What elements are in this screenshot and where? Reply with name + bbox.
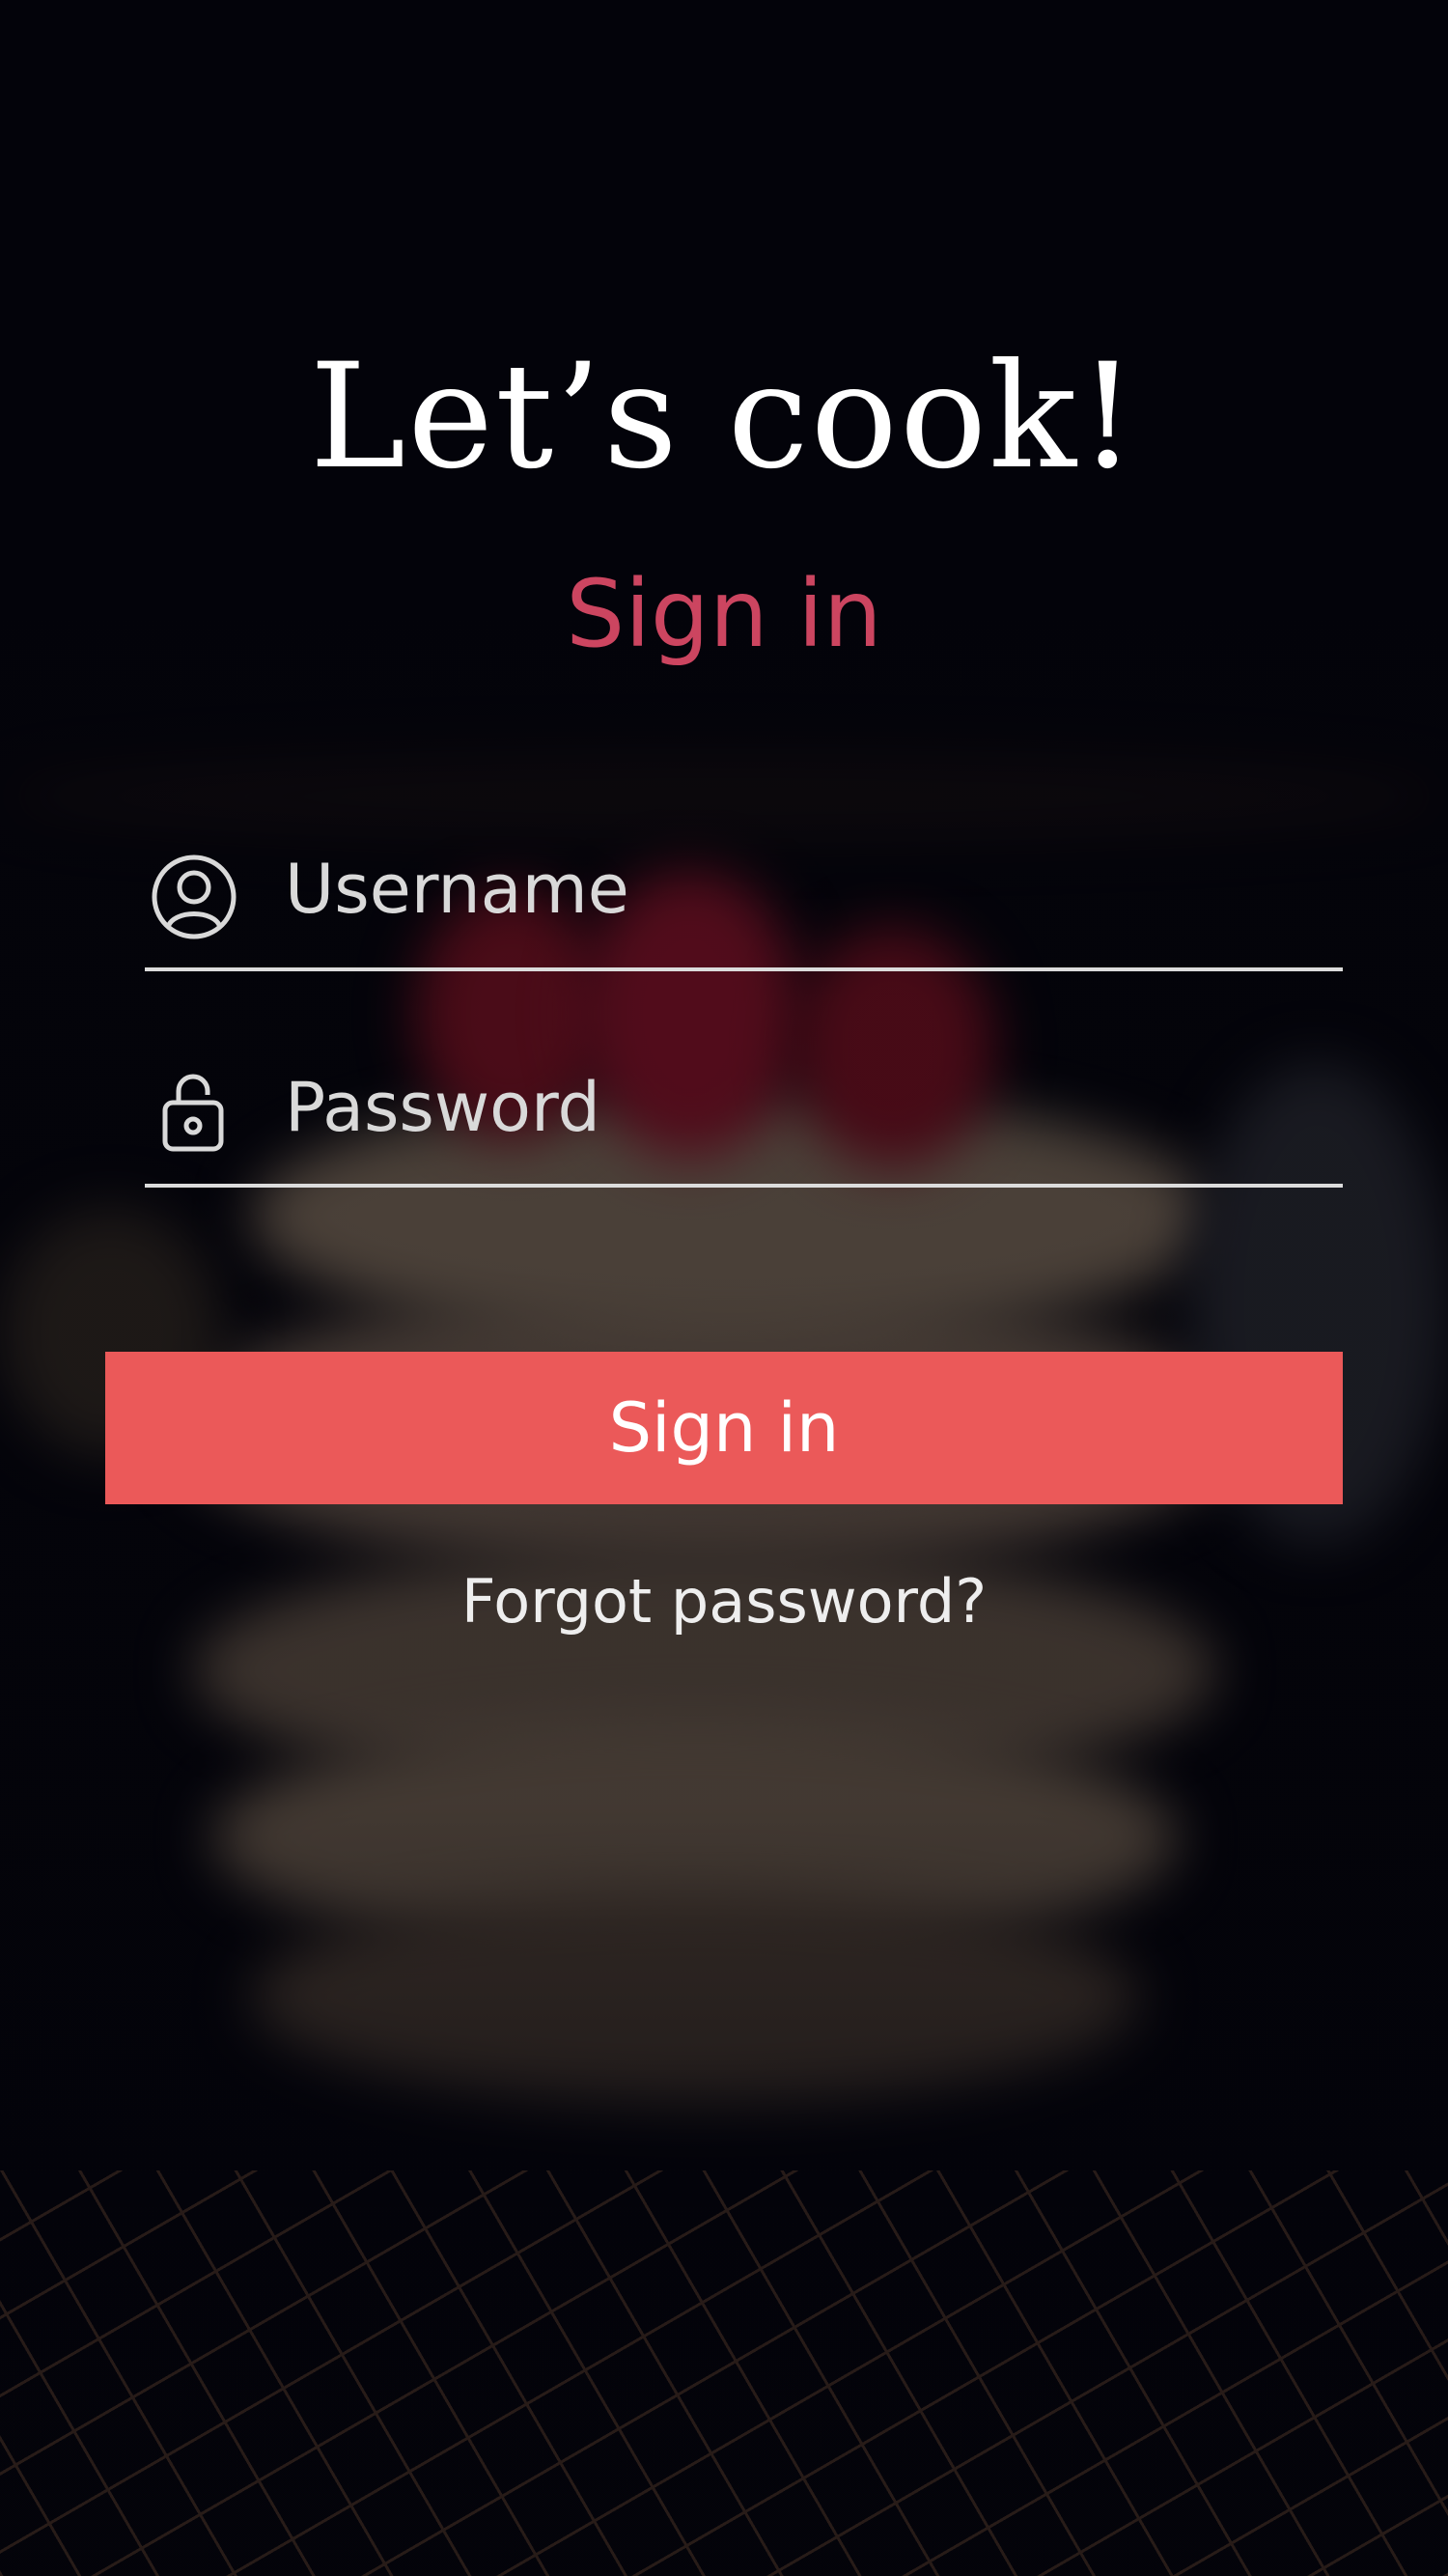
app-title: Let’s cook! xyxy=(309,333,1139,501)
username-field[interactable]: Username xyxy=(145,813,1343,971)
lock-icon xyxy=(161,1072,225,1157)
username-placeholder: Username xyxy=(285,850,629,929)
sign-in-button[interactable]: Sign in xyxy=(105,1352,1343,1504)
forgot-password-link[interactable]: Forgot password? xyxy=(0,1566,1448,1637)
user-circle-icon xyxy=(151,854,237,944)
password-field[interactable]: Password xyxy=(145,1029,1343,1188)
password-placeholder: Password xyxy=(285,1068,600,1147)
page-subtitle: Sign in xyxy=(566,560,882,668)
